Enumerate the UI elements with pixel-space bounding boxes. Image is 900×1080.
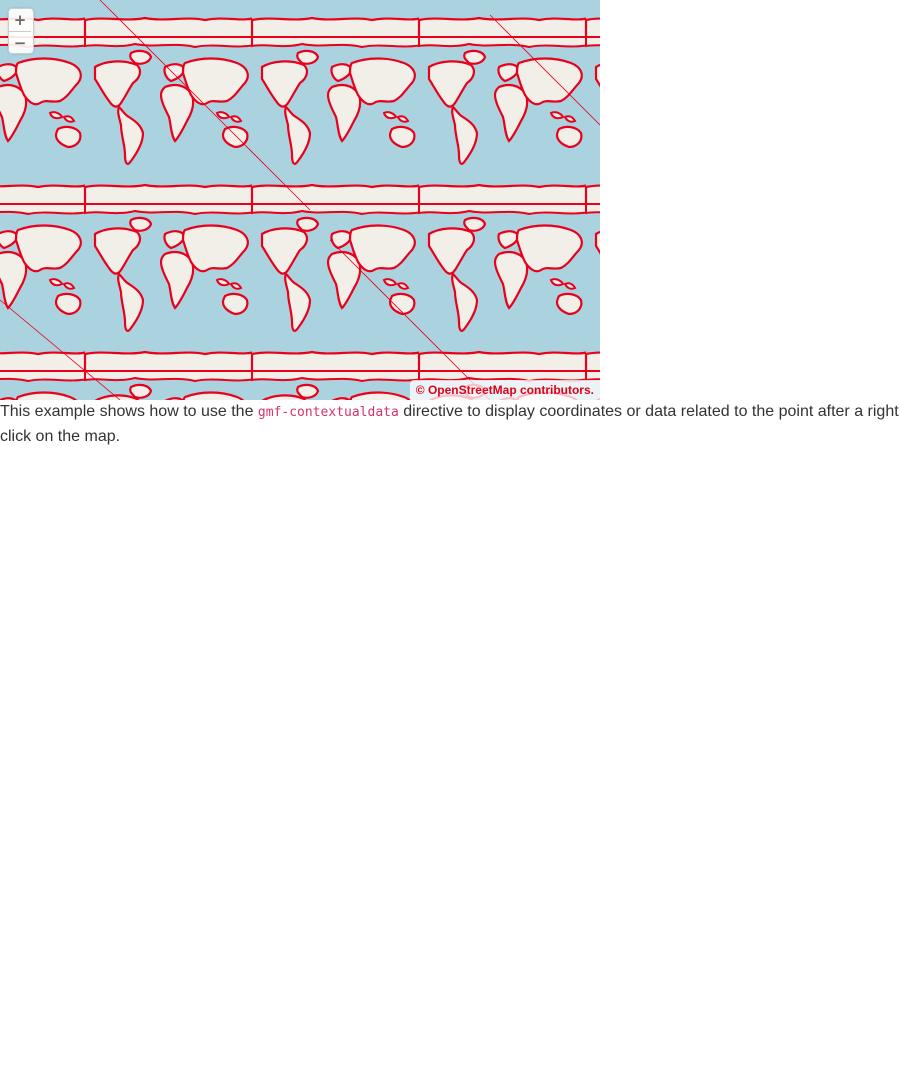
world-tile — [0, 369, 90, 400]
world-tile — [250, 202, 424, 374]
example-description: This example shows how to use the gmf-co… — [0, 400, 900, 449]
directive-name-code: gmf-contextualdata — [257, 405, 399, 420]
world-tile — [0, 35, 90, 207]
world-tile — [83, 35, 257, 207]
world-tile — [584, 35, 600, 207]
world-tile — [417, 35, 591, 207]
world-map-tiles — [0, 0, 600, 400]
world-tile — [83, 369, 257, 400]
zoom-control: + − — [8, 8, 34, 54]
map-viewport[interactable]: + − © OpenStreetMap contributors. — [0, 0, 600, 400]
zoom-in-button[interactable]: + — [9, 9, 31, 31]
map-attribution: © OpenStreetMap contributors. — [409, 380, 600, 400]
world-tile — [584, 202, 600, 374]
world-tile — [417, 202, 591, 374]
world-tile — [250, 0, 424, 40]
world-tile — [0, 202, 90, 374]
description-text-before: This example shows how to use the — [0, 403, 254, 420]
world-tile — [250, 369, 424, 400]
world-tile — [83, 0, 257, 40]
world-tile — [584, 0, 600, 40]
zoom-out-button[interactable]: − — [9, 31, 31, 53]
world-tile — [250, 35, 424, 207]
world-tile — [83, 202, 257, 374]
world-tile — [417, 0, 591, 40]
